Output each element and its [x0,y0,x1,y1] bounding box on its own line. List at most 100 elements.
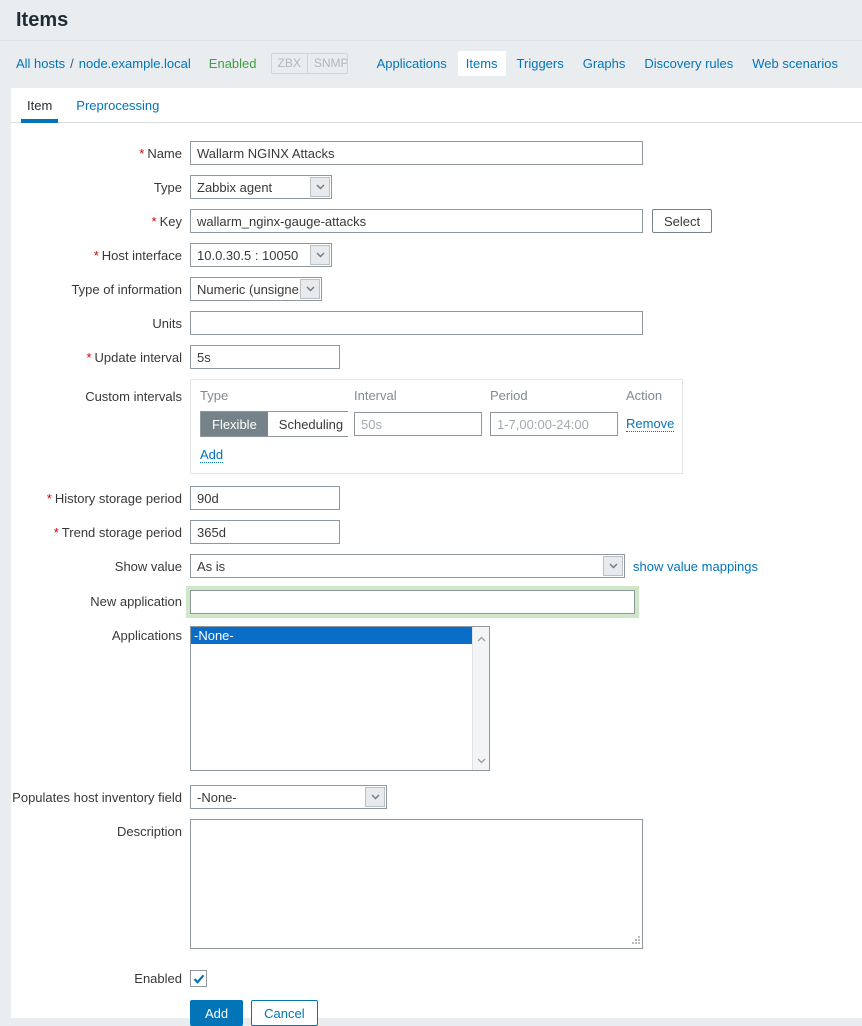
type-label: Type [154,180,182,195]
scroll-up-icon[interactable] [477,630,486,645]
page-header: Items [0,0,862,41]
nav-applications[interactable]: Applications [369,51,455,76]
inventory-field-select-value: -None- [191,790,237,805]
interval-type-flexible-button[interactable]: Flexible [201,412,268,436]
column-header-interval: Interval [354,388,490,411]
breadcrumb-all-hosts-link[interactable]: All hosts [16,56,65,71]
applications-option-none[interactable]: -None- [191,627,472,644]
period-input[interactable] [490,412,618,436]
custom-intervals-table: Type Interval Period Action Flexible Sch… [190,379,683,474]
host-interface-select-value: 10.0.30.5 : 10050 [191,248,298,263]
host-nav: Applications Items Triggers Graphs Disco… [366,51,846,76]
type-select[interactable]: Zabbix agent [190,175,332,199]
required-marker: * [54,525,59,540]
row-update-interval: * Update interval [11,345,862,369]
row-show-value: Show value As is show value mappings [11,554,862,578]
nav-discovery-rules[interactable]: Discovery rules [636,51,741,76]
row-enabled: Enabled [11,968,862,987]
key-input[interactable] [190,209,643,233]
show-value-mappings-link[interactable]: show value mappings [633,554,758,574]
breadcrumb-host-link[interactable]: node.example.local [79,56,191,71]
row-custom-intervals: Custom intervals Type Interval Period Ac… [11,379,862,474]
trend-storage-input[interactable] [190,520,340,544]
enabled-label: Enabled [134,971,182,986]
units-input[interactable] [190,311,643,335]
required-marker: * [152,214,157,229]
inventory-field-select[interactable]: -None- [190,785,387,809]
type-of-information-label: Type of information [71,282,182,297]
resize-grip-icon[interactable] [632,933,641,948]
required-marker: * [86,350,91,365]
row-new-application: New application [11,586,862,614]
add-button[interactable]: Add [190,1000,243,1026]
item-form-panel: Item Preprocessing *Name Type Zabbix age… [11,88,862,1018]
row-type-of-information: Type of information Numeric (unsigned) [11,277,862,301]
checkmark-icon [193,974,205,984]
interval-type-segmented: Flexible Scheduling [200,411,354,437]
interval-type-scheduling-button[interactable]: Scheduling [268,412,354,436]
row-name: *Name [11,141,862,165]
breadcrumb-separator: / [70,56,74,71]
units-label: Units [152,316,182,331]
history-storage-label: History storage period [55,491,182,506]
row-applications: Applications -None- [11,626,862,771]
item-form: *Name Type Zabbix agent *Key [11,123,862,1026]
chevron-down-icon [603,556,623,576]
row-inventory-field: Populates host inventory field -None- [11,785,862,809]
row-host-interface: *Host interface 10.0.30.5 : 10050 [11,243,862,267]
required-marker: * [94,248,99,263]
nav-graphs[interactable]: Graphs [575,51,634,76]
interface-availability-badges: ZBX SNMP JMX IPMI [271,53,348,74]
applications-listbox[interactable]: -None- [190,626,490,771]
required-marker: * [47,491,52,506]
history-storage-input[interactable] [190,486,340,510]
update-interval-input[interactable] [190,345,340,369]
row-key: *Key Select [11,209,862,233]
form-tab-bar: Item Preprocessing [11,88,862,123]
new-application-input[interactable] [190,590,635,614]
row-form-actions: Add Cancel [11,1000,862,1026]
required-marker: * [139,146,144,161]
description-label: Description [117,824,182,839]
key-label: Key [160,214,182,229]
tab-item[interactable]: Item [15,88,64,122]
interval-input[interactable] [354,412,482,436]
row-type: Type Zabbix agent [11,175,862,199]
scroll-down-icon[interactable] [477,752,486,767]
description-textarea[interactable] [190,819,643,949]
row-history-storage: *History storage period [11,486,862,510]
page-title: Items [16,9,846,32]
name-input[interactable] [190,141,643,165]
row-units: Units [11,311,862,335]
nav-triggers[interactable]: Triggers [509,51,572,76]
enabled-checkbox[interactable] [190,970,207,987]
chevron-down-icon [300,279,320,299]
key-select-button[interactable]: Select [652,209,712,233]
type-select-value: Zabbix agent [191,180,272,195]
name-label: Name [147,146,182,161]
update-interval-label: Update interval [95,350,182,365]
remove-interval-link[interactable]: Remove [626,416,674,432]
show-value-select[interactable]: As is [190,554,625,578]
host-status-enabled: Enabled [209,56,257,71]
chevron-down-icon [365,787,385,807]
chevron-down-icon [310,245,330,265]
add-interval-link[interactable]: Add [200,447,223,463]
host-interface-select[interactable]: 10.0.30.5 : 10050 [190,243,332,267]
row-trend-storage: *Trend storage period [11,520,862,544]
cancel-button[interactable]: Cancel [251,1000,317,1026]
nav-web-scenarios[interactable]: Web scenarios [744,51,846,76]
badge-snmp: SNMP [307,54,348,73]
listbox-scrollbar[interactable] [472,627,489,770]
type-of-information-select-value: Numeric (unsigned) [191,282,299,297]
type-of-information-select[interactable]: Numeric (unsigned) [190,277,322,301]
show-value-select-value: As is [191,559,225,574]
tab-preprocessing[interactable]: Preprocessing [64,88,171,122]
custom-intervals-label: Custom intervals [85,389,182,404]
column-header-type: Type [200,388,354,411]
nav-items[interactable]: Items [458,51,506,76]
chevron-down-icon [310,177,330,197]
inventory-field-label: Populates host inventory field [12,790,182,805]
column-header-period: Period [490,388,626,411]
show-value-label: Show value [115,559,182,574]
